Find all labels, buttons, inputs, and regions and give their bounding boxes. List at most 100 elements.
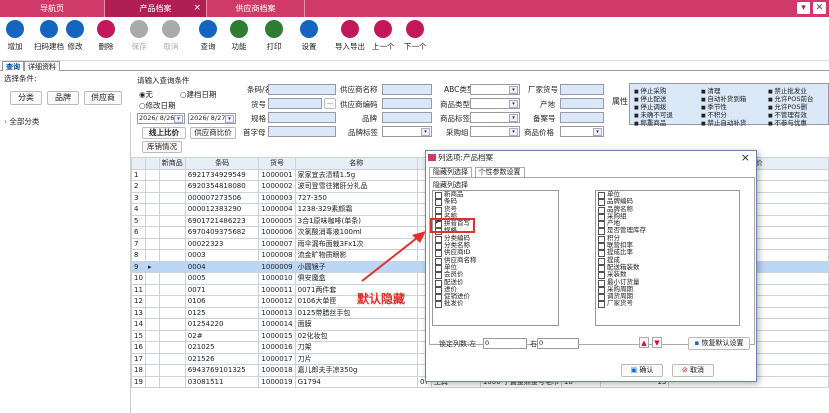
- plus-icon: [40, 20, 58, 38]
- brand-tag-select[interactable]: ▾: [382, 126, 432, 137]
- restore-default-button[interactable]: ▪ 恢复默认设置: [688, 337, 750, 350]
- move-down-button[interactable]: ▼: [652, 337, 662, 348]
- lookup-button[interactable]: …: [324, 98, 336, 109]
- record-no-input[interactable]: [560, 112, 604, 123]
- date-to[interactable]: 2026/ 8/27 ▾: [188, 113, 236, 124]
- toolbar-button-1[interactable]: 扫码建档: [34, 20, 64, 52]
- table-cell: [158, 375, 186, 388]
- radio-build-date[interactable]: ○建档日期: [180, 89, 217, 100]
- toolbar-button-0[interactable]: 增加: [6, 20, 24, 52]
- close-icon[interactable]: ×: [193, 0, 201, 17]
- tab-details[interactable]: 详细资料: [24, 61, 60, 71]
- field-label: 货号: [251, 100, 266, 109]
- column-checkbox[interactable]: 批发价: [433, 300, 558, 309]
- ok-button[interactable]: ▣ 确认: [621, 364, 663, 377]
- column-header[interactable]: 新商品: [158, 157, 186, 170]
- table-cell: [144, 180, 160, 193]
- spec-input[interactable]: [268, 112, 336, 123]
- date-from[interactable]: 2026/ 8/26 ▾: [137, 113, 185, 124]
- table-cell: [144, 214, 160, 227]
- toolbar-button-12[interactable]: 下一个: [404, 20, 427, 52]
- toolbar-button-3[interactable]: 删除: [97, 20, 115, 52]
- table-cell: [144, 352, 160, 365]
- lock-right-input[interactable]: 0: [537, 338, 579, 349]
- radio-none[interactable]: ◉无: [139, 89, 153, 100]
- brand-button[interactable]: 品牌: [47, 91, 79, 105]
- tab-home[interactable]: 导航页: [0, 0, 105, 17]
- tab-supplier-archive[interactable]: 供应商档案: [207, 0, 305, 17]
- table-cell: [144, 168, 160, 181]
- toolbar-button-7[interactable]: 功能: [230, 20, 248, 52]
- move-up-button[interactable]: ▲: [639, 337, 649, 348]
- table-cell: [144, 295, 160, 308]
- radio-modify-date[interactable]: ○修改日期: [139, 100, 176, 111]
- table-cell: [158, 237, 186, 250]
- online-price-button[interactable]: 线上比价: [142, 127, 186, 139]
- toolbar-label: 修改: [67, 42, 83, 51]
- table-cell: [158, 226, 186, 239]
- annotation-arrow-icon: [361, 231, 426, 282]
- hidden-column-list-right[interactable]: 单位 品牌编码 品牌名称 采购组 产地 是否管理库存 积分 联营扣率 提成比率 提成 配送箱装数 采装…: [595, 190, 740, 326]
- supplier-code-input[interactable]: [382, 98, 432, 109]
- table-cell: 家家宜去渍精1.5g: [294, 168, 418, 181]
- lock-left-input[interactable]: 0: [483, 338, 527, 349]
- hidden-column-list-left[interactable]: 新商品条码货号名称拼音首写规格分类编码分类名称供应商ID供应商名称单位会员价配送…: [432, 190, 559, 326]
- toolbar-button-9[interactable]: 设置: [300, 20, 318, 52]
- dropdown-icon[interactable]: ▾: [797, 2, 810, 14]
- column-header[interactable]: 名称: [294, 157, 418, 170]
- origin-input[interactable]: [560, 98, 604, 109]
- table-cell: 1000002: [258, 180, 296, 193]
- window-close-icon[interactable]: ✕: [813, 2, 826, 14]
- import-export-icon: [341, 20, 359, 38]
- initials-input[interactable]: [268, 126, 336, 137]
- table-cell: [158, 352, 186, 365]
- column-header[interactable]: [131, 157, 146, 170]
- cancel-button[interactable]: ⊘ 取消: [672, 364, 714, 377]
- table-cell: [158, 329, 186, 342]
- table-cell: 13: [131, 306, 146, 319]
- price-select[interactable]: ▾: [560, 126, 604, 137]
- toolbar-button-8[interactable]: 打印: [265, 20, 283, 52]
- purchase-group-select[interactable]: ▾: [470, 126, 520, 137]
- tab-hidden-columns[interactable]: 隐藏列选择: [429, 167, 472, 177]
- factory-no-input[interactable]: [560, 84, 604, 95]
- product-tag-select[interactable]: ▾: [470, 112, 520, 123]
- abc-type-select[interactable]: ▾: [470, 84, 520, 95]
- column-options-dialog: 列选项:产品档案 × 隐藏列选择 个性参数设置 隐藏列选择 新商品 条码 货号 名称拼…: [425, 150, 757, 382]
- toolbar-button-5[interactable]: 取消: [162, 20, 180, 52]
- inventory-button[interactable]: 库销情况: [142, 141, 182, 153]
- toolbar-button-10[interactable]: 导入导出: [335, 20, 365, 52]
- tab-query[interactable]: 查询: [2, 61, 24, 71]
- table-cell: 1000007: [258, 237, 296, 250]
- tab-personal-settings[interactable]: 个性参数设置: [474, 167, 525, 177]
- field-label: 厂家货号: [528, 85, 558, 94]
- table-cell: 0005: [184, 272, 260, 285]
- supplier-button[interactable]: 供应商: [84, 91, 122, 105]
- cancel-icon: [162, 20, 180, 38]
- column-header[interactable]: 货号: [258, 157, 296, 170]
- toolbar-button-4[interactable]: 保存: [130, 20, 148, 52]
- toolbar-button-11[interactable]: 上一个: [372, 20, 395, 52]
- property-checkbox[interactable]: ■ 不参与优惠: [768, 117, 807, 127]
- field-label: 品牌: [362, 114, 377, 123]
- column-header[interactable]: [144, 157, 160, 170]
- item-no-input[interactable]: [268, 98, 322, 109]
- close-icon[interactable]: ×: [741, 151, 750, 164]
- table-cell: [144, 318, 160, 331]
- column-checkbox[interactable]: 厂家货号: [596, 300, 739, 309]
- tab-product-archive[interactable]: 产品档案 ×: [105, 0, 207, 17]
- column-header[interactable]: 条码: [184, 157, 260, 170]
- toolbar-button-6[interactable]: 查询: [199, 20, 217, 52]
- toolbar-button-2[interactable]: 修改: [66, 20, 84, 52]
- brand-input[interactable]: [382, 112, 432, 123]
- tree-root-all-categories[interactable]: › 全部分类: [4, 116, 39, 127]
- property-checkbox[interactable]: ■ 禁止自动补货: [701, 117, 746, 127]
- product-type-select[interactable]: ▾: [470, 98, 520, 109]
- supplier-price-button[interactable]: 供应商比价: [190, 127, 236, 139]
- barcode-name-input[interactable]: [268, 84, 336, 95]
- table-cell: 6970409375682: [184, 226, 260, 239]
- supplier-name-input[interactable]: [382, 84, 432, 95]
- table-cell: 7: [131, 237, 146, 250]
- property-checkbox[interactable]: ■ 称重商品: [634, 117, 666, 127]
- category-button[interactable]: 分类: [10, 91, 42, 105]
